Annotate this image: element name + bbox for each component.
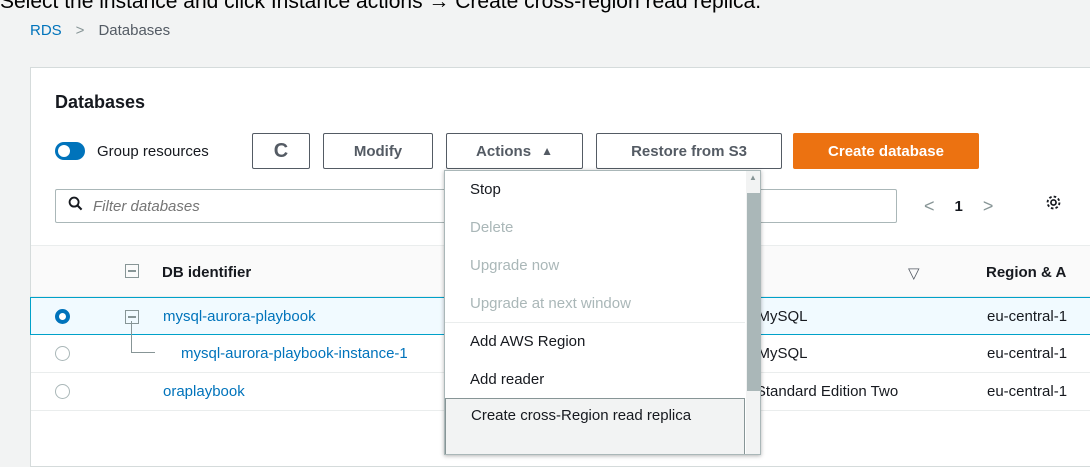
breadcrumb-separator-icon: > [75,22,85,39]
previous-page-icon[interactable]: < [924,196,935,217]
page-title: Databases [55,92,146,112]
db-identifier-link[interactable]: oraplaybook [163,383,245,400]
region-cell: eu-central-1 [987,345,1068,362]
engine-cell: le Standard Edition Two [740,383,899,400]
page-number[interactable]: 1 [955,198,963,215]
breadcrumb: RDS > Databases [30,22,170,39]
instruction-caption: Select the instance and click Instance a… [0,0,762,13]
collapse-all-icon[interactable] [125,264,139,278]
toggle-switch-icon[interactable] [55,142,85,160]
column-header-region[interactable]: Region & A [986,264,1066,281]
group-resources-label: Group resources [97,142,209,160]
row-radio[interactable] [55,384,70,399]
refresh-icon: C [273,139,289,162]
region-cell: eu-central-1 [987,383,1068,400]
scroll-up-icon[interactable]: ▲ [749,173,757,182]
menu-item-create-cross-region-read-replica[interactable]: Create cross-Region read replica [445,398,745,454]
breadcrumb-current: Databases [98,22,171,39]
region-cell: eu-central-1 [987,308,1068,325]
row-radio-selected[interactable] [55,309,70,324]
refresh-button[interactable]: C [252,133,310,169]
group-resources-toggle[interactable]: Group resources [55,142,209,160]
next-page-icon[interactable]: > [983,196,994,217]
menu-item-upgrade-now: Upgrade now [470,257,560,274]
restore-from-s3-button[interactable]: Restore from S3 [596,133,782,169]
actions-dropdown-menu: Stop Delete Upgrade now Upgrade at next … [444,170,761,455]
pagination: < 1 > [924,196,993,217]
column-header-db-identifier[interactable]: DB identifier [162,264,251,281]
menu-item-add-aws-region[interactable]: Add AWS Region [445,323,745,361]
actions-label: Actions [476,142,532,160]
menu-item-delete: Delete [470,219,514,236]
caret-up-icon: ▲ [541,144,553,158]
modify-button[interactable]: Modify [323,133,433,169]
db-identifier-link[interactable]: mysql-aurora-playbook-instance-1 [181,345,408,362]
menu-item-upgrade-next-window: Upgrade at next window [470,295,631,312]
menu-scrollbar[interactable]: ▲ [746,171,760,454]
breadcrumb-rds-link[interactable]: RDS [30,22,62,39]
menu-item-add-reader[interactable]: Add reader [445,361,745,399]
gear-icon[interactable] [1045,194,1062,216]
menu-item-stop[interactable]: Stop [445,171,745,209]
db-identifier-link[interactable]: mysql-aurora-playbook [163,308,316,325]
search-icon [68,196,83,216]
scroll-thumb[interactable] [747,193,760,391]
tree-connector [131,321,155,353]
actions-button[interactable]: Actions ▲ [446,133,583,169]
row-radio[interactable] [55,346,70,361]
filter-databases-input[interactable] [93,197,393,215]
create-database-button[interactable]: Create database [793,133,979,169]
sort-icon[interactable]: ▽ [908,264,920,282]
